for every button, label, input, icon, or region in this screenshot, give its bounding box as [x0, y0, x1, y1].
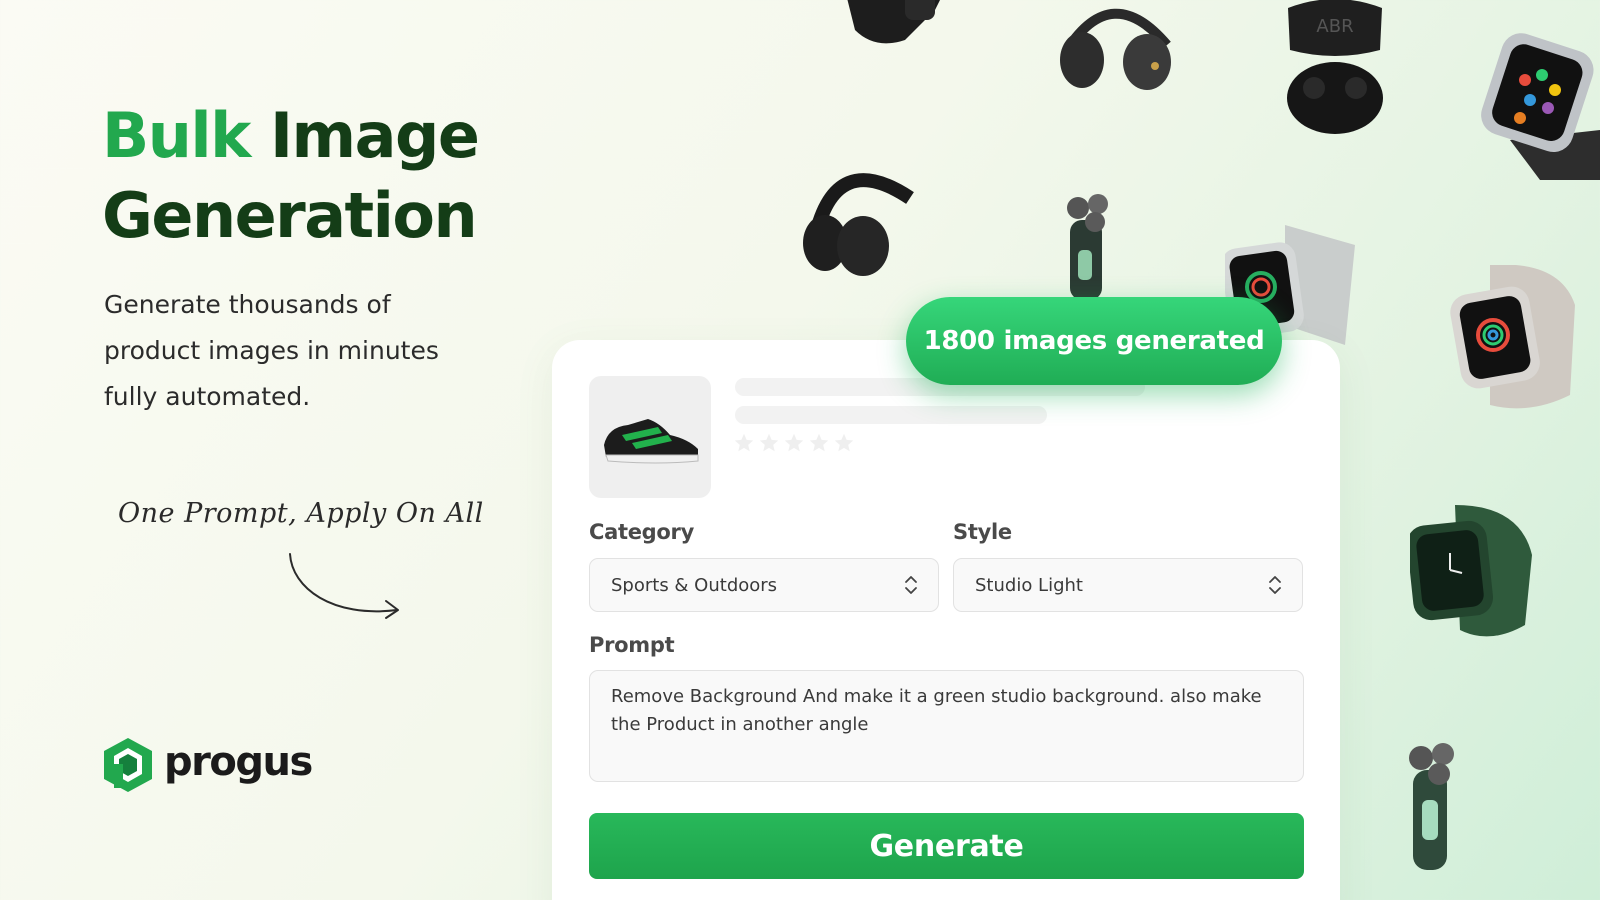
prompt-textarea[interactable]: Remove Background And make it a green st… — [589, 670, 1304, 782]
earbuds-case-image: ABR — [1287, 0, 1383, 134]
star-icon — [809, 433, 829, 452]
hero-title-line2: Generation — [102, 179, 478, 252]
tagline: One Prompt, Apply On All — [118, 498, 484, 529]
logo-hexagon-icon — [104, 738, 152, 792]
hero-subtitle: Generate thousands of product images in … — [104, 290, 439, 411]
arrow-curved-icon — [289, 553, 399, 619]
images-generated-badge: 1800 images generated — [906, 297, 1282, 385]
chevron-updown-icon — [1269, 576, 1281, 594]
star-icon — [759, 433, 779, 452]
hero-title-accent: Bulk — [102, 99, 251, 172]
headphones-image — [1060, 8, 1171, 90]
smartwatch-image — [1450, 265, 1575, 409]
shaver-image — [1067, 194, 1108, 300]
star-icon — [734, 433, 754, 452]
category-value: Sports & Outdoors — [611, 574, 778, 596]
skeleton-subtitle — [735, 406, 1047, 424]
smartwatch-image — [1410, 505, 1532, 637]
rating-stars — [733, 432, 855, 454]
category-select[interactable]: Sports & Outdoors — [589, 558, 939, 612]
brand-logo[interactable]: progus — [102, 736, 313, 794]
hero-title: Bulk Image Generation — [102, 96, 480, 256]
generate-button[interactable]: Generate — [589, 813, 1304, 879]
smartwatch-image — [1481, 33, 1600, 180]
style-value: Studio Light — [975, 574, 1083, 596]
product-thumbnail[interactable] — [589, 376, 711, 498]
star-icon — [784, 433, 804, 452]
sneaker-image — [604, 419, 699, 464]
star-icon — [834, 433, 854, 452]
shaver-image — [1409, 743, 1454, 870]
generation-card: Category Style Sports & Outdoors Studio … — [552, 340, 1340, 900]
style-select[interactable]: Studio Light — [953, 558, 1303, 612]
prompt-label: Prompt — [589, 633, 675, 657]
brand-name: progus — [164, 739, 313, 785]
svg-text:ABR: ABR — [1316, 16, 1353, 37]
chevron-updown-icon — [905, 576, 917, 594]
category-label: Category — [589, 520, 694, 544]
headphones-image — [803, 173, 914, 276]
hero-title-word: Image — [269, 99, 480, 172]
smartwatch-image — [847, 0, 940, 44]
style-label: Style — [953, 520, 1012, 544]
